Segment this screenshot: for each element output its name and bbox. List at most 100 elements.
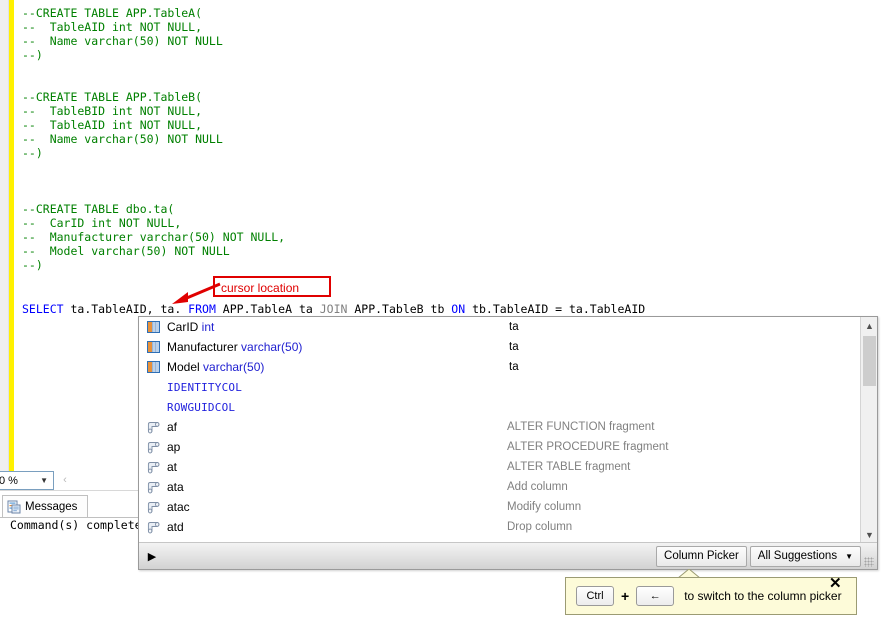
select-keyword: SELECT bbox=[22, 302, 64, 316]
zoom-level-combo[interactable]: 0 % ▼ bbox=[0, 471, 54, 490]
all-suggestions-dropdown[interactable]: All Suggestions ▼ bbox=[749, 545, 861, 567]
suggestion-description: Add column bbox=[507, 481, 568, 493]
code-line-comment: -- CarID int NOT NULL, bbox=[22, 216, 182, 230]
tab-messages-label: Messages bbox=[25, 500, 78, 513]
code-line-comment: -- TableBID int NOT NULL, bbox=[22, 104, 203, 118]
suggestion-item[interactable]: af ALTER FUNCTION fragment bbox=[139, 417, 860, 437]
suggestion-item[interactable]: at ALTER TABLE fragment bbox=[139, 457, 860, 477]
suggestion-toolbar: ▶ Column Picker All Suggestions ▼ bbox=[139, 542, 877, 569]
on-keyword: ON bbox=[451, 302, 466, 316]
suggestion-name: Manufacturer bbox=[167, 340, 238, 354]
suggestion-item[interactable]: atac Modify column bbox=[139, 497, 860, 517]
suggestion-datatype: varchar(50) bbox=[199, 360, 265, 374]
suggestion-source-alias: ta bbox=[509, 361, 519, 373]
suggestion-description: ALTER PROCEDURE fragment bbox=[507, 441, 669, 453]
scroll-down-icon[interactable]: ▼ bbox=[861, 526, 878, 543]
suggestion-icon-slot bbox=[147, 419, 167, 435]
scroll-up-icon[interactable]: ▲ bbox=[861, 317, 878, 334]
suggestion-icon-slot bbox=[147, 439, 167, 455]
suggestion-icon-slot bbox=[147, 359, 167, 375]
snippet-icon bbox=[147, 500, 161, 514]
key-ctrl: Ctrl bbox=[576, 586, 614, 606]
suggestion-item[interactable]: Manufacturer varchar(50) ta bbox=[139, 337, 860, 357]
plus-sign: + bbox=[621, 588, 630, 604]
suggestion-label: CarID int bbox=[167, 320, 214, 334]
resize-grip-icon[interactable] bbox=[864, 557, 874, 567]
suggestion-description: ALTER TABLE fragment bbox=[507, 461, 631, 473]
suggestion-name: Model bbox=[167, 360, 200, 374]
snippet-icon bbox=[147, 440, 161, 454]
code-line-comment: -- Model varchar(50) NOT NULL bbox=[22, 244, 230, 258]
suggestion-icon-slot bbox=[147, 319, 167, 335]
suggestion-item[interactable]: atd Drop column bbox=[139, 517, 860, 537]
code-line-comment: --) bbox=[22, 258, 43, 272]
suggestion-label: af bbox=[167, 420, 178, 434]
suggestion-source-alias: ta bbox=[509, 341, 519, 353]
code-line-comment: --) bbox=[22, 48, 43, 62]
column-picker-button[interactable]: Column Picker bbox=[656, 545, 747, 567]
suggestion-label: ata bbox=[167, 480, 184, 494]
suggestion-icon-slot bbox=[147, 399, 167, 415]
suggestion-item[interactable]: CarID int ta bbox=[139, 317, 860, 337]
messages-output-text: Command(s) complete bbox=[10, 518, 142, 532]
scrollbar-thumb[interactable] bbox=[863, 336, 876, 386]
suggestion-item[interactable]: IDENTITYCOL bbox=[139, 377, 860, 397]
code-line-comment: -- Name varchar(50) NOT NULL bbox=[22, 132, 223, 146]
code-line-comment: -- Name varchar(50) NOT NULL bbox=[22, 34, 223, 48]
app-root: --CREATE TABLE APP.TableA(-- TableAID in… bbox=[0, 0, 881, 623]
join-table: APP.TableB tb bbox=[347, 302, 452, 316]
snippet-icon bbox=[147, 480, 161, 494]
suggestion-label: Model varchar(50) bbox=[167, 360, 264, 374]
editor-gutter bbox=[0, 0, 9, 490]
suggestion-label: ap bbox=[167, 440, 181, 454]
keyboard-hint-tooltip: Ctrl + ← to switch to the column picker bbox=[565, 577, 857, 615]
suggestion-item[interactable]: ata Add column bbox=[139, 477, 860, 497]
code-line-comment: --CREATE TABLE dbo.ta( bbox=[22, 202, 175, 216]
suggestion-label: IDENTITYCOL bbox=[167, 380, 243, 394]
sql-code-area[interactable]: --CREATE TABLE APP.TableA(-- TableAID in… bbox=[22, 6, 862, 314]
chevron-down-icon[interactable]: ▼ bbox=[40, 476, 48, 485]
suggestion-list[interactable]: CarID int ta Manufacturer varchar(50) ta Mod… bbox=[139, 317, 860, 543]
suggestion-item[interactable]: Model varchar(50) ta bbox=[139, 357, 860, 377]
suggestion-datatype: varchar(50) bbox=[237, 340, 303, 354]
cursor-location-annotation: cursor location bbox=[213, 276, 331, 297]
suggestion-item[interactable]: ap ALTER PROCEDURE fragment bbox=[139, 437, 860, 457]
suggestion-label: atd bbox=[167, 520, 184, 534]
suggestion-icon-slot bbox=[147, 499, 167, 515]
join-keyword: JOIN bbox=[319, 302, 348, 316]
column-icon bbox=[147, 321, 160, 333]
code-line-comment: --CREATE TABLE APP.TableA( bbox=[22, 6, 203, 20]
chevron-down-icon: ▼ bbox=[845, 551, 853, 561]
suggestion-label: atac bbox=[167, 500, 190, 514]
column-picker-label: Column Picker bbox=[664, 550, 739, 562]
column-icon bbox=[147, 341, 160, 353]
suggestion-description: Drop column bbox=[507, 521, 573, 533]
suggestion-icon-slot bbox=[147, 459, 167, 475]
from-table: APP.TableA ta bbox=[215, 302, 320, 316]
expander-button[interactable]: ▶ bbox=[141, 545, 163, 567]
sql-query-line[interactable]: SELECT ta.TableAID, ta. FROM APP.TableA … bbox=[22, 302, 645, 316]
suggestion-list-scrollbar[interactable]: ▲ ▼ bbox=[860, 317, 877, 543]
zoom-level-value: 0 % bbox=[0, 474, 18, 487]
tab-messages[interactable]: Messages bbox=[2, 495, 88, 517]
suggestion-icon-slot bbox=[147, 519, 167, 535]
code-line-comment: -- Manufacturer varchar(50) NOT NULL, bbox=[22, 230, 286, 244]
all-suggestions-label: All Suggestions bbox=[757, 550, 838, 562]
annotation-arrow-icon bbox=[172, 282, 221, 304]
suggestion-icon-slot bbox=[147, 379, 167, 395]
suggestion-datatype: int bbox=[198, 320, 215, 334]
pane-splitter-handle[interactable]: ‹ bbox=[58, 471, 72, 490]
suggestion-item[interactable]: ROWGUIDCOL bbox=[139, 397, 860, 417]
intellisense-popup[interactable]: CarID int ta Manufacturer varchar(50) ta Mod… bbox=[138, 316, 878, 570]
suggestion-label: at bbox=[167, 460, 178, 474]
close-icon[interactable]: ✕ bbox=[829, 576, 842, 591]
editor-change-bar bbox=[9, 0, 14, 490]
suggestion-label: ROWGUIDCOL bbox=[167, 400, 236, 414]
code-line-comment: -- TableAID int NOT NULL, bbox=[22, 20, 203, 34]
